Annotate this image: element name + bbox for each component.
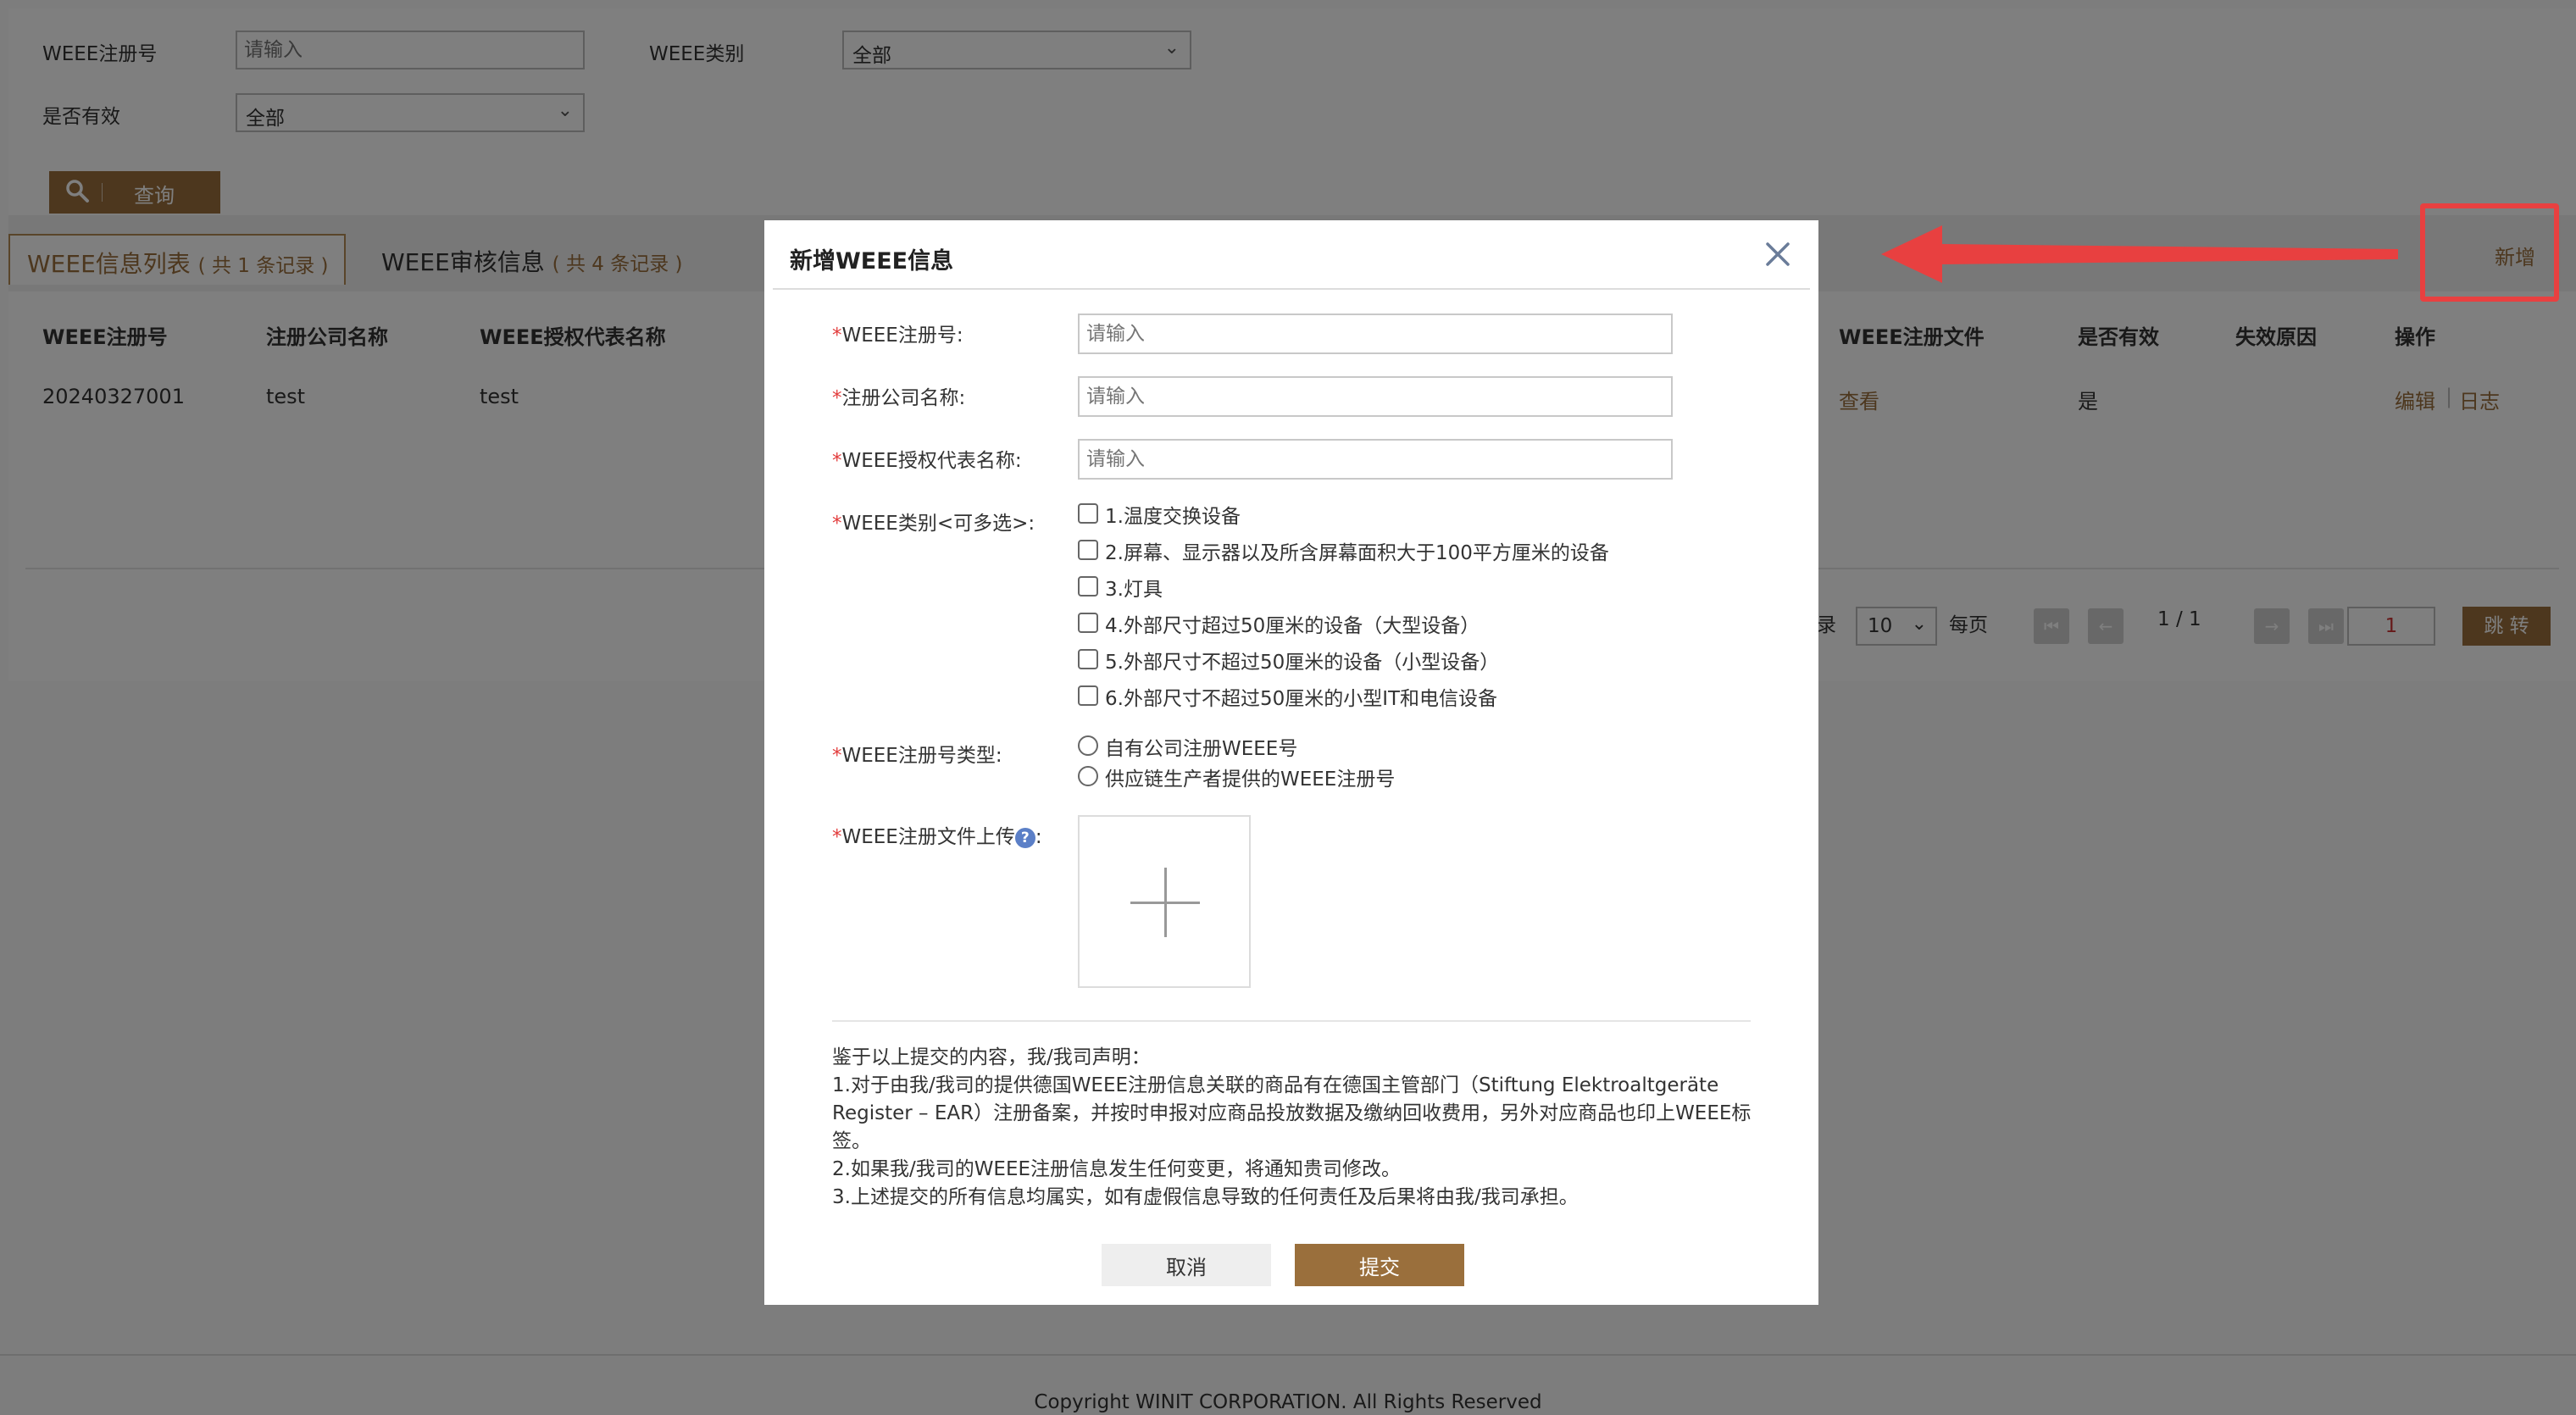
radio[interactable] — [1078, 766, 1098, 786]
checkbox[interactable] — [1078, 576, 1098, 597]
reg-no-input[interactable] — [1078, 314, 1673, 354]
field-label-reg-type: *WEEE注册号类型: — [832, 739, 1002, 768]
submit-button[interactable]: 提交 — [1295, 1244, 1464, 1286]
declaration-line: 2.如果我/我司的WEEE注册信息发生任何变更，将通知贵司修改。 — [832, 1158, 1402, 1180]
label-text: WEEE授权代表名称: — [841, 450, 1022, 472]
required-mark: * — [832, 745, 842, 767]
checkbox-label: 4.外部尺寸超过50厘米的设备（大型设备） — [1105, 615, 1480, 637]
required-mark: * — [832, 325, 842, 347]
checkbox-label: 6.外部尺寸不超过50厘米的小型IT和电信设备 — [1105, 688, 1498, 710]
declaration-line: 3.上述提交的所有信息均属实，如有虚假信息导致的任何责任及后果将由我/我司承担。 — [832, 1186, 1579, 1208]
field-label-rep: *WEEE授权代表名称: — [832, 444, 1022, 473]
checkbox-label: 2.屏幕、显示器以及所含屏幕面积大于100平方厘米的设备 — [1105, 542, 1609, 564]
radio-label: 自有公司注册WEEE号 — [1105, 738, 1298, 760]
modal-title: 新增WEEE信息 — [790, 248, 954, 275]
required-mark: * — [832, 450, 842, 472]
radio-label: 供应链生产者提供的WEEE注册号 — [1105, 769, 1396, 791]
label-text: WEEE注册号: — [841, 325, 963, 347]
field-label-company: *注册公司名称: — [832, 381, 965, 410]
checkbox-label: 1.温度交换设备 — [1105, 506, 1241, 528]
close-icon[interactable] — [1761, 237, 1795, 271]
checkbox[interactable] — [1078, 613, 1098, 633]
checkbox[interactable] — [1078, 540, 1098, 560]
modal-header-divider — [773, 288, 1810, 290]
checkbox-label: 5.外部尺寸不超过50厘米的设备（小型设备） — [1105, 652, 1500, 674]
label-text: 注册公司名称: — [841, 387, 966, 409]
label-text: WEEE注册文件上传 — [841, 826, 1015, 848]
checkbox[interactable] — [1078, 685, 1098, 706]
label-text: WEEE类别<可多选>: — [841, 513, 1035, 535]
annotation-arrow-icon — [1881, 225, 2398, 283]
checkbox-label: 3.灯具 — [1105, 579, 1163, 601]
company-input[interactable] — [1078, 376, 1673, 417]
help-icon[interactable]: ? — [1014, 827, 1035, 848]
field-label-upload: *WEEE注册文件上传?: — [832, 820, 1042, 849]
cancel-button[interactable]: 取消 — [1102, 1244, 1271, 1286]
declaration-divider — [832, 1020, 1751, 1022]
declaration-line: 鉴于以上提交的内容，我/我司声明： — [832, 1046, 1151, 1068]
required-mark: * — [832, 826, 842, 848]
field-label-category: *WEEE类别<可多选>: — [832, 507, 1035, 535]
declaration-text: 鉴于以上提交的内容，我/我司声明： 1.对于由我/我司的提供德国WEEE注册信息… — [832, 1044, 1756, 1212]
add-weee-modal: 新增WEEE信息 *WEEE注册号: *注册公司名称: *WEEE授权代表名称:… — [764, 220, 1818, 1305]
radio[interactable] — [1078, 735, 1098, 756]
file-upload-area[interactable] — [1078, 815, 1251, 988]
label-colon: : — [1035, 826, 1042, 848]
declaration-line: 1.对于由我/我司的提供德国WEEE注册信息关联的商品有在德国主管部门（Stif… — [832, 1074, 1752, 1152]
checkbox[interactable] — [1078, 649, 1098, 669]
required-mark: * — [832, 387, 842, 409]
plus-icon — [1164, 868, 1167, 937]
label-text: WEEE注册号类型: — [841, 745, 1002, 767]
rep-input[interactable] — [1078, 439, 1673, 480]
required-mark: * — [832, 513, 842, 535]
field-label-reg-no: *WEEE注册号: — [832, 319, 963, 347]
annotation-highlight-box — [2420, 203, 2559, 302]
checkbox[interactable] — [1078, 503, 1098, 524]
